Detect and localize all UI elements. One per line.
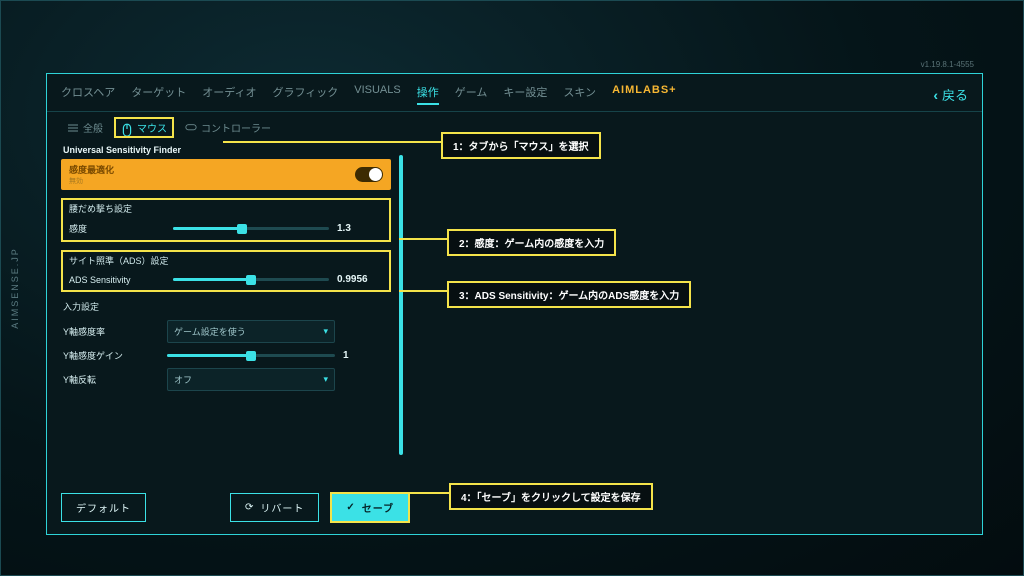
usf-toggle-row: 感度最適化 無効: [61, 159, 391, 190]
chevron-down-icon: ▾: [323, 374, 328, 385]
back-label: 戻る: [942, 85, 968, 104]
ads-section: サイト照準（ADS）設定 ADS Sensitivity 0.9956: [61, 250, 391, 292]
tab-crosshair[interactable]: クロスヘア: [61, 84, 115, 105]
sensitivity-slider[interactable]: [173, 227, 329, 230]
mouse-icon: [121, 123, 133, 133]
y-ratio-row: Y軸感度率 ゲーム設定を使う ▾: [61, 317, 391, 346]
input-header: 入力設定: [61, 300, 391, 313]
tab-skins[interactable]: スキン: [563, 84, 596, 105]
save-button-label: セーブ: [362, 500, 394, 515]
usf-title: Universal Sensitivity Finder: [63, 145, 391, 155]
tab-target[interactable]: ターゲット: [131, 84, 186, 105]
sensitivity-row: 感度 1.3: [67, 219, 385, 238]
watermark: AIMSENSE.JP: [10, 247, 20, 329]
tab-graphics[interactable]: グラフィック: [272, 84, 338, 105]
revert-button[interactable]: ⟳ リバート: [230, 493, 319, 522]
callout-lead-1: [223, 141, 443, 143]
callout-4: 4：「セーブ」をクリックして設定を保存: [449, 483, 653, 510]
top-bar: クロスヘア ターゲット オーディオ グラフィック VISUALS 操作 ゲーム …: [47, 74, 982, 112]
usf-toggle[interactable]: [355, 167, 383, 182]
callout-1: 1：タブから「マウス」を選択: [441, 132, 601, 159]
y-invert-row: Y軸反転 オフ ▾: [61, 365, 391, 394]
callout-2: 2：感度：ゲーム内の感度を入力: [447, 229, 616, 256]
subtab-mouse-label: マウス: [137, 120, 167, 135]
gamepad-icon: [185, 123, 197, 133]
chevron-down-icon: ▾: [323, 326, 328, 337]
y-gain-slider[interactable]: [167, 354, 335, 357]
default-button-label: デフォルト: [76, 500, 131, 515]
y-ratio-select[interactable]: ゲーム設定を使う ▾: [167, 320, 335, 343]
usf-toggle-sub: 無効: [69, 176, 114, 186]
subtab-mouse[interactable]: マウス: [115, 118, 173, 137]
tab-controls[interactable]: 操作: [417, 84, 439, 105]
callout-3: 3：ADS Sensitivity：ゲーム内のADS感度を入力: [447, 281, 691, 308]
sliders-icon: [67, 123, 79, 133]
hipfire-header: 腰だめ撃ち設定: [67, 202, 385, 215]
subtab-controller[interactable]: コントローラー: [179, 118, 277, 137]
input-section: 入力設定 Y軸感度率 ゲーム設定を使う ▾ Y軸感度ゲイン 1: [61, 300, 391, 394]
chevron-left-icon: ‹: [933, 87, 938, 103]
y-gain-row: Y軸感度ゲイン 1: [61, 346, 391, 365]
ads-sensitivity-row: ADS Sensitivity 0.9956: [67, 271, 385, 288]
y-invert-label: Y軸反転: [63, 373, 159, 386]
ads-header: サイト照準（ADS）設定: [67, 254, 385, 267]
back-button[interactable]: ‹ 戻る: [933, 85, 968, 104]
sensitivity-label: 感度: [69, 222, 165, 235]
subtab-general-label: 全般: [83, 120, 103, 135]
callout-lead-4: [371, 492, 451, 494]
settings-column: Universal Sensitivity Finder 感度最適化 無効 腰だ…: [61, 143, 391, 465]
hipfire-section: 腰だめ撃ち設定 感度 1.3: [61, 198, 391, 242]
y-ratio-value: ゲーム設定を使う: [174, 325, 246, 338]
revert-button-label: リバート: [260, 500, 304, 515]
tab-keybinds[interactable]: キー設定: [503, 84, 547, 105]
ads-sensitivity-slider[interactable]: [173, 278, 329, 281]
refresh-icon: ⟳: [245, 502, 254, 513]
main-tabs: クロスヘア ターゲット オーディオ グラフィック VISUALS 操作 ゲーム …: [61, 84, 677, 105]
y-ratio-label: Y軸感度率: [63, 325, 159, 338]
callout-lead-2: [399, 238, 449, 240]
callout-lead-3: [399, 290, 449, 292]
sensitivity-value[interactable]: 1.3: [337, 223, 383, 234]
ads-sensitivity-label: ADS Sensitivity: [69, 275, 165, 285]
save-button[interactable]: ✓ セーブ: [331, 493, 409, 522]
default-button[interactable]: デフォルト: [61, 493, 146, 522]
y-invert-value: オフ: [174, 373, 192, 386]
tab-audio[interactable]: オーディオ: [202, 84, 256, 105]
ads-sensitivity-value[interactable]: 0.9956: [337, 274, 383, 285]
y-invert-select[interactable]: オフ ▾: [167, 368, 335, 391]
vertical-divider: [399, 155, 403, 455]
button-bar: デフォルト ⟳ リバート ✓ セーブ: [61, 493, 409, 522]
version-label: v1.19.8.1-4555: [921, 60, 974, 69]
subtab-controller-label: コントローラー: [201, 120, 271, 135]
usf-toggle-label: 感度最適化: [69, 163, 114, 176]
tab-visuals[interactable]: VISUALS: [354, 84, 400, 105]
tab-aimlabs-plus[interactable]: AIMLABS+: [612, 84, 677, 105]
subtab-general[interactable]: 全般: [61, 118, 109, 137]
y-gain-value[interactable]: 1: [343, 350, 389, 361]
y-gain-label: Y軸感度ゲイン: [63, 349, 159, 362]
check-icon: ✓: [346, 502, 355, 513]
tab-game[interactable]: ゲーム: [455, 84, 488, 105]
